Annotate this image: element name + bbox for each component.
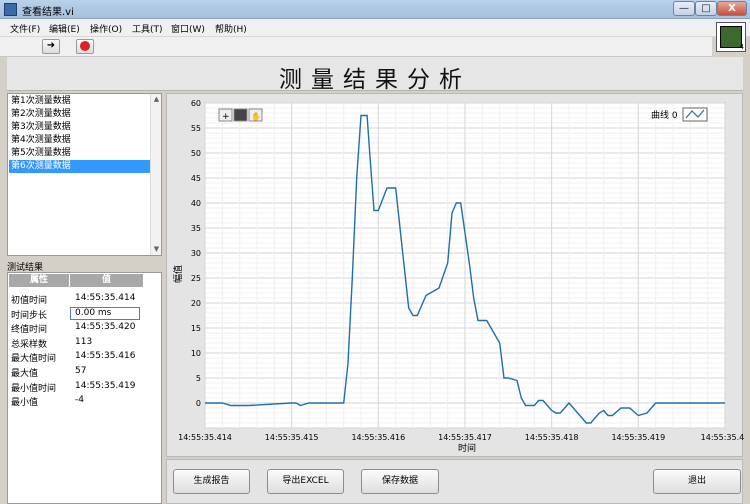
y-tick-label: 15 [191,324,201,333]
svg-text:+: + [222,112,230,122]
results-header-value: 值 [70,274,143,287]
page-title: 测量结果分析 [279,67,471,93]
exit-button[interactable]: 退出 [653,469,741,494]
listbox-scrollbar[interactable]: ▲ ▼ [150,94,161,255]
list-item[interactable]: 第1次测量数据 [9,95,150,108]
y-tick-label: 45 [191,174,201,183]
save-data-button[interactable]: 保存数据 [361,469,439,494]
scroll-down-icon[interactable]: ▼ [151,244,162,255]
y-axis: 0 5 10 15 20 25 30 35 40 45 50 55 60 [191,99,201,408]
result-key: 最大值 [11,369,39,379]
vi-connector-icon: 4 [716,22,746,52]
front-panel: 测量结果分析 第1次测量数据 第2次测量数据 第3次测量数据 第4次测量数据 第… [0,57,750,504]
chart-svg: 051015202530354045505560 14:55:35.414 14:… [172,99,744,454]
x-tick-label: 14:55:35.419 [611,433,665,442]
waveform-chart[interactable]: 0 5 10 15 20 25 30 35 40 45 50 55 60 14:55:35.414 14:… [166,93,744,457]
menu-edit[interactable]: 编辑(E) [49,22,80,35]
menu-window[interactable]: 窗口(W) [171,22,205,35]
window-title: 查看结果.vi [22,7,74,18]
list-item[interactable]: 第2次测量数据 [9,108,150,121]
result-value: 14:55:35.416 [75,351,136,361]
maximize-button[interactable]: □ [695,1,717,16]
y-tick-label: 35 [191,224,201,233]
y-tick-label: 0 [196,399,201,408]
result-key: 时间步长 [11,311,48,321]
list-item[interactable]: 第3次测量数据 [9,121,150,134]
y-tick-label: 20 [191,299,201,308]
abort-button[interactable] [76,39,94,54]
results-header-key: 属性 [9,274,69,287]
y-tick-label: 30 [191,249,201,258]
run-button[interactable]: ➜ [42,39,60,54]
list-item[interactable]: 第4次测量数据 [9,134,150,147]
title-bar: 查看结果.vi — □ X [0,0,750,19]
menu-help[interactable]: 帮助(H) [215,22,247,35]
result-value: -4 [75,395,84,405]
result-value: 14:55:35.414 [75,293,136,303]
abort-stop-icon [80,41,90,51]
labview-app-icon [4,3,17,16]
export-excel-button[interactable]: 导出EXCEL [267,469,344,494]
zoom-icon[interactable] [233,108,248,122]
result-value: 14:55:35.420 [75,322,136,332]
x-tick-label: 14:55:35.418 [525,433,579,442]
result-key: 最小值 [11,398,39,408]
x-axis: 14:55:35.414 14:55:35.415 14:55:35.416 14:5… [178,433,744,442]
close-button[interactable]: X [717,1,747,16]
menu-tools[interactable]: 工具(T) [132,22,163,35]
result-key: 最大值时间 [11,354,57,364]
heading-bar: 测量结果分析 [7,57,743,93]
result-value: 113 [75,337,93,347]
x-tick-label: 14:55:35.416 [351,433,405,442]
y-tick-label: 40 [191,199,201,208]
x-tick-label: 14:55:35.42 [701,433,744,442]
button-bar: 生成报告 导出EXCEL 保存数据 退出 [166,459,743,504]
y-axis-label: 幅值 [172,265,184,283]
menu-bar: 文件(F) 编辑(E) 操作(O) 工具(T) 窗口(W) 帮助(H) [0,19,750,37]
minimize-button[interactable]: — [673,1,695,16]
list-item[interactable]: 第5次测量数据 [9,147,150,160]
y-tick-label: 50 [191,149,201,158]
list-item-selected[interactable]: 第6次测量数据 [9,160,150,173]
menu-operate[interactable]: 操作(O) [90,22,122,35]
result-key: 终值时间 [11,325,48,335]
x-tick-label: 14:55:35.417 [438,433,492,442]
result-value-editing[interactable]: 0.00 ms [70,307,140,320]
menu-file[interactable]: 文件(F) [10,22,40,35]
measurement-listbox[interactable]: 第1次测量数据 第2次测量数据 第3次测量数据 第4次测量数据 第5次测量数据 … [7,93,162,256]
result-key: 总采样数 [11,340,48,350]
run-arrow-icon: ➜ [46,40,56,51]
result-key: 最小值时间 [11,384,57,394]
y-tick-label: 10 [191,349,201,358]
legend-label: 曲线 0 [651,109,678,121]
svg-text:✋: ✋ [251,111,261,121]
toolbar: ➜ [0,37,712,57]
scroll-up-icon[interactable]: ▲ [151,94,162,105]
result-key: 初值时间 [11,296,48,306]
x-axis-label: 时间 [458,442,476,454]
y-tick-label: 25 [191,274,201,283]
generate-report-button[interactable]: 生成报告 [173,469,250,494]
y-tick-label: 55 [191,124,201,133]
y-tick-label: 5 [196,374,201,383]
graph-palette[interactable]: + ✋ [218,108,263,122]
result-value: 14:55:35.419 [75,381,136,391]
y-tick-label: 60 [191,99,201,108]
x-tick-label: 14:55:35.415 [265,433,319,442]
x-tick-label: 14:55:35.414 [178,433,232,442]
results-table: 属性 值 初值时间 14:55:35.414 时间步长 0.00 ms 终值时间… [7,272,162,504]
result-value: 57 [75,366,87,376]
vi-icon-number: 4 [739,43,744,51]
